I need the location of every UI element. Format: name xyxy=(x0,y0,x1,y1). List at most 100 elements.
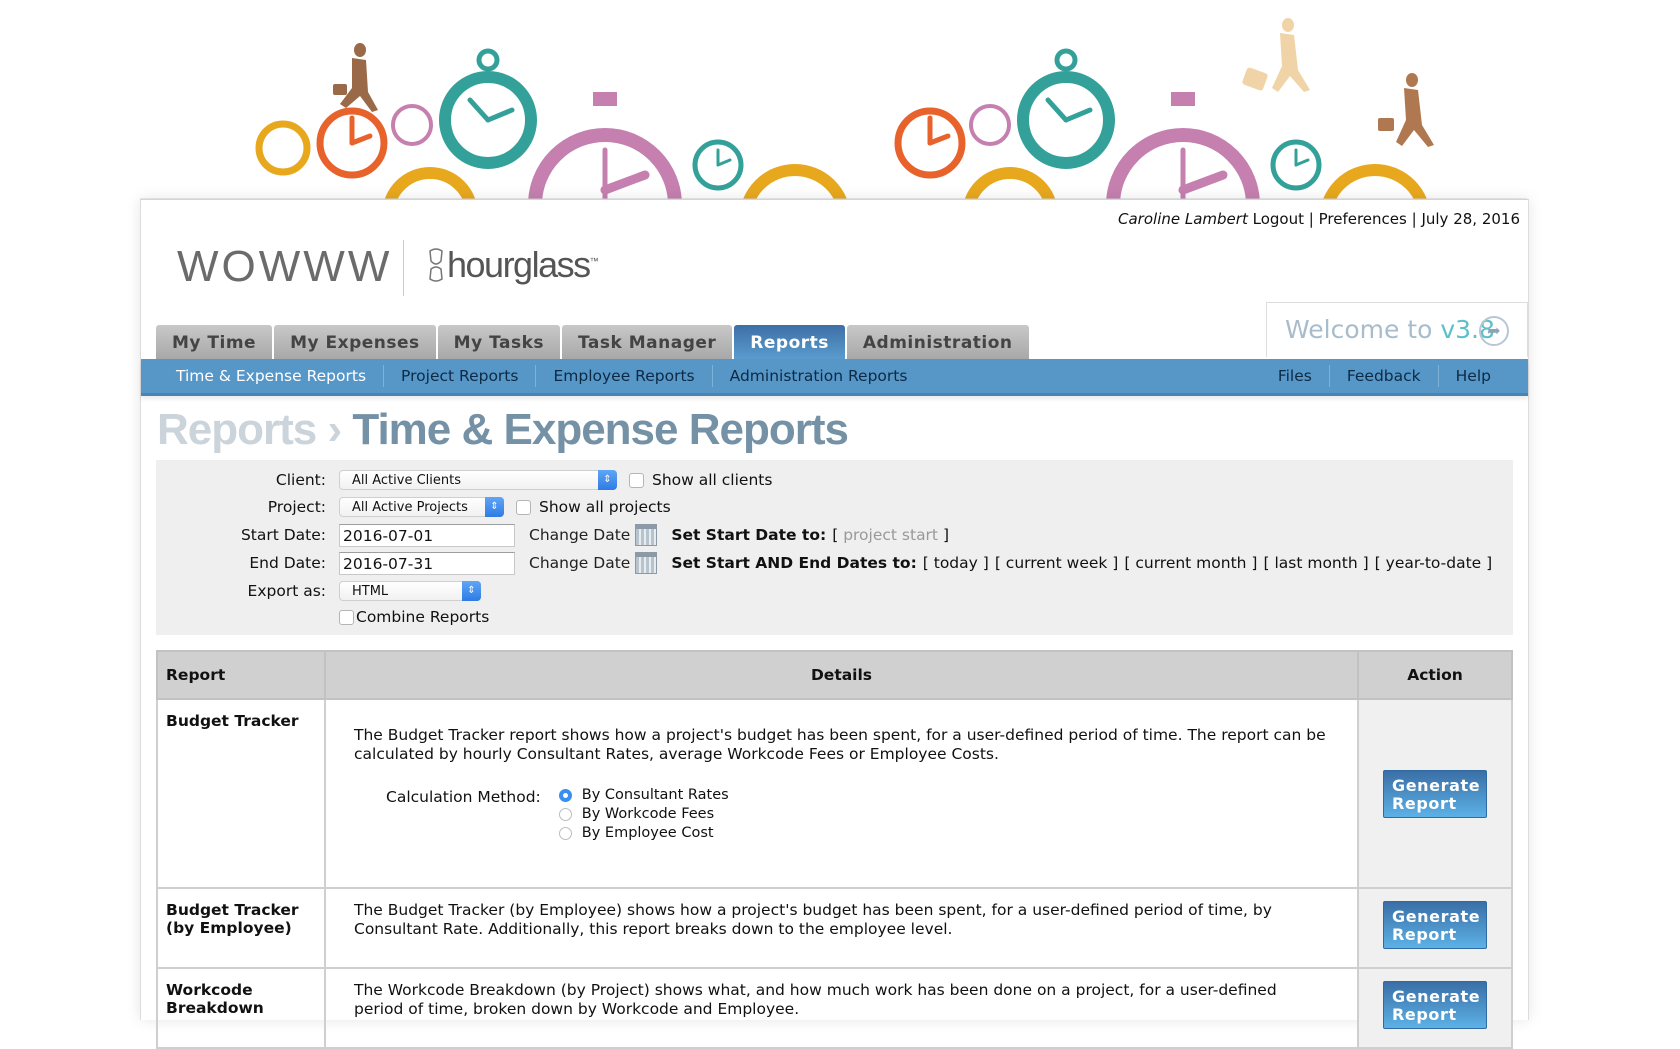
client-label: Client: xyxy=(275,471,326,489)
logout-link[interactable]: Logout xyxy=(1253,210,1304,228)
project-start-link[interactable]: project start xyxy=(843,526,938,544)
tab-my-tasks[interactable]: My Tasks xyxy=(437,325,561,359)
date-option: [ current week ] xyxy=(994,554,1119,572)
select-arrows-icon: ⇕ xyxy=(598,470,617,490)
report-description: The Budget Tracker report shows how a pr… xyxy=(354,726,1326,763)
client-select[interactable]: All Active Clients ⇕ xyxy=(339,470,617,490)
subnav-project-reports[interactable]: Project Reports xyxy=(383,365,535,387)
radio-workcode-fees[interactable]: By Workcode Fees xyxy=(558,805,729,824)
user-bar: Caroline Lambert Logout | Preferences | … xyxy=(1118,210,1520,228)
set-start-date-label: Set Start Date to: xyxy=(671,526,827,544)
start-date-row: Start Date: 2016-07-01 Change Date Set S… xyxy=(156,523,949,547)
project-select-value: All Active Projects xyxy=(352,500,468,515)
subnav-help[interactable]: Help xyxy=(1437,365,1508,387)
combine-reports-checkbox[interactable] xyxy=(339,609,354,625)
table-header-row: Report Details Action xyxy=(156,650,1513,700)
preferences-link[interactable]: Preferences xyxy=(1319,210,1407,228)
end-date-row: End Date: 2016-07-31 Change Date Set Sta… xyxy=(156,551,1492,575)
main-panel: Caroline Lambert Logout | Preferences | … xyxy=(140,199,1529,1049)
header-report: Report xyxy=(156,650,326,700)
report-details: The Budget Tracker report shows how a pr… xyxy=(324,698,1359,889)
show-all-projects-checkbox[interactable] xyxy=(516,499,531,515)
welcome-banner[interactable]: Welcome to v3.8 ➦ xyxy=(1266,302,1528,357)
show-all-clients-checkbox[interactable] xyxy=(629,472,644,488)
tab-task-manager[interactable]: Task Manager xyxy=(562,325,733,359)
radio-button[interactable] xyxy=(558,827,572,840)
client-row: Client: All Active Clients ⇕ Show all cli… xyxy=(156,468,772,492)
tab-my-expenses[interactable]: My Expenses xyxy=(274,325,436,359)
subnav-employee-reports[interactable]: Employee Reports xyxy=(535,365,711,387)
sub-navigation: Time & Expense Reports Project Reports E… xyxy=(141,359,1528,396)
calendar-icon[interactable] xyxy=(635,552,658,574)
report-filters: Client: All Active Clients ⇕ Show all cli… xyxy=(156,460,1513,635)
runner-icon xyxy=(1242,18,1310,92)
stopwatch-icon xyxy=(255,71,1428,200)
breadcrumb-separator: › xyxy=(327,405,342,454)
export-select-value: HTML xyxy=(352,584,389,599)
date-option: [ current month ] xyxy=(1124,554,1258,572)
radio-button[interactable] xyxy=(558,789,572,802)
company-logo: WOWWW xyxy=(177,242,393,291)
tab-administration[interactable]: Administration xyxy=(846,325,1029,359)
calculation-method: Calculation Method: By Consultant Rates … xyxy=(386,786,1329,843)
action-cell: Generate Report xyxy=(1357,887,1513,969)
combine-row: Combine Reports xyxy=(156,605,489,629)
header-action: Action xyxy=(1357,650,1513,700)
subnav-feedback[interactable]: Feedback xyxy=(1328,365,1438,387)
tab-my-time[interactable]: My Time xyxy=(156,325,273,359)
calculation-method-label: Calculation Method: xyxy=(386,788,541,806)
last-month-link[interactable]: last month xyxy=(1274,554,1357,572)
arrow-circle-icon[interactable]: ➦ xyxy=(1479,316,1509,346)
hourglass-icon xyxy=(429,248,443,282)
table-row: Budget Tracker The Budget Tracker report… xyxy=(156,698,1513,889)
export-row: Export as: HTML ⇕ xyxy=(156,579,481,603)
generate-report-button[interactable]: Generate Report xyxy=(1383,981,1487,1029)
today-link[interactable]: today xyxy=(934,554,978,572)
generate-report-button[interactable]: Generate Report xyxy=(1383,769,1487,818)
subnav-administration-reports[interactable]: Administration Reports xyxy=(711,365,925,387)
end-change-date-link[interactable]: Change Date xyxy=(529,554,630,572)
trademark: ™ xyxy=(589,256,599,266)
export-format-select[interactable]: HTML ⇕ xyxy=(339,581,481,601)
subnav-time-expense-reports[interactable]: Time & Expense Reports xyxy=(164,365,383,387)
separator: | xyxy=(1411,210,1417,228)
report-description: The Budget Tracker (by Employee) shows h… xyxy=(324,887,1359,969)
report-name: Workcode Breakdown xyxy=(156,967,326,1049)
logo-divider xyxy=(403,240,404,296)
current-month-link[interactable]: current month xyxy=(1135,554,1246,572)
client-select-value: All Active Clients xyxy=(352,473,462,488)
header-details: Details xyxy=(324,650,1359,700)
date-option: [ today ] xyxy=(922,554,989,572)
show-all-clients-label: Show all clients xyxy=(652,471,773,489)
subnav-files[interactable]: Files xyxy=(1266,365,1329,387)
table-row: Workcode Breakdown The Workcode Breakdow… xyxy=(156,967,1513,1049)
generate-report-button[interactable]: Generate Report xyxy=(1383,901,1487,949)
end-date-label: End Date: xyxy=(249,554,326,572)
end-date-input[interactable]: 2016-07-31 xyxy=(339,551,515,575)
year-to-date-link[interactable]: year-to-date xyxy=(1386,554,1482,572)
breadcrumb-reports[interactable]: Reports xyxy=(157,405,317,454)
radio-employee-cost[interactable]: By Employee Cost xyxy=(558,824,729,843)
select-arrows-icon: ⇕ xyxy=(462,581,481,601)
combine-reports-label: Combine Reports xyxy=(356,608,490,626)
radio-consultant-rates[interactable]: By Consultant Rates xyxy=(558,786,729,805)
separator: | xyxy=(1308,210,1314,228)
calendar-icon[interactable] xyxy=(635,524,658,546)
radio-button[interactable] xyxy=(558,808,572,821)
set-both-dates-label: Set Start AND End Dates to: xyxy=(671,554,917,572)
action-cell: Generate Report xyxy=(1357,698,1513,889)
header-banner-illustration xyxy=(140,18,1527,200)
tab-reports[interactable]: Reports xyxy=(734,325,845,359)
start-date-input[interactable]: 2016-07-01 xyxy=(339,523,515,547)
project-select[interactable]: All Active Projects ⇕ xyxy=(339,497,504,517)
project-row: Project: All Active Projects ⇕ Show all p… xyxy=(156,495,671,519)
project-label: Project: xyxy=(267,498,326,516)
set-start-option: [ project start ] xyxy=(832,526,949,544)
start-change-date-link[interactable]: Change Date xyxy=(529,526,630,544)
product-name: hourglass xyxy=(447,244,591,285)
current-week-link[interactable]: current week xyxy=(1006,554,1108,572)
page-title: Reports › Time & Expense Reports xyxy=(157,405,849,455)
report-name: Budget Tracker (by Employee) xyxy=(156,887,326,969)
main-tabs: My Time My Expenses My Tasks Task Manage… xyxy=(156,325,1029,359)
date-option: [ year-to-date ] xyxy=(1374,554,1493,572)
